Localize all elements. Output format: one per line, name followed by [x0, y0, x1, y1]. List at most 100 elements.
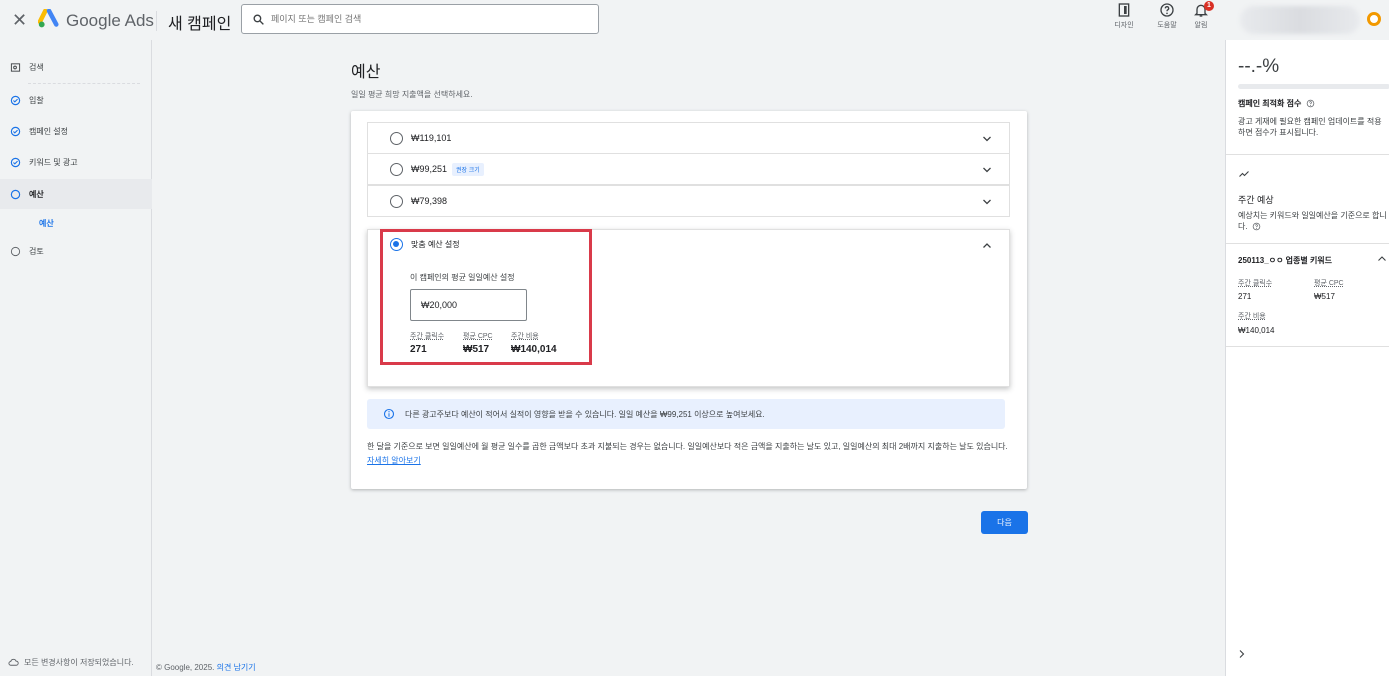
- stat-key: 주간 클릭수: [410, 333, 445, 340]
- radio-button[interactable]: [390, 194, 403, 208]
- copyright-text: © Google, 2025.: [156, 663, 215, 672]
- help-icon: [1160, 3, 1174, 17]
- empty-circle-icon: [10, 246, 21, 256]
- sidebar-item-label: 검색: [29, 62, 44, 72]
- sidebar-item-review[interactable]: 검토: [0, 237, 152, 265]
- search-box[interactable]: [241, 4, 599, 34]
- info-icon: [383, 408, 395, 420]
- sidebar-item-campaign-settings[interactable]: 캠페인 설정: [0, 117, 152, 145]
- weekly-cost-value: ₩140,014: [1238, 326, 1275, 335]
- budget-card: ₩119,101 ₩99,251 권장 크기 ₩79,398 맞춤 예산 설정 …: [351, 111, 1027, 489]
- design-label: 디자인: [1114, 22, 1134, 29]
- budget-option-2[interactable]: ₩99,251 권장 크기: [367, 153, 1010, 185]
- notifications-button[interactable]: 1 알림: [1183, 1, 1219, 30]
- stat-value: 271: [410, 344, 427, 355]
- stat-value: ₩140,014: [511, 344, 557, 355]
- score-title-text: 캠페인 최적화 점수: [1238, 99, 1302, 108]
- budget-note: 한 달을 기준으로 보면 일일예산에 월 평균 일수를 곱한 금액보다 초과 지…: [367, 440, 1017, 468]
- score-title: 캠페인 최적화 점수: [1238, 98, 1315, 109]
- weekly-clicks-value: 271: [1238, 292, 1252, 301]
- sidebar-item-bidding[interactable]: 입찰: [0, 86, 152, 114]
- sidebar-item-label: 캠페인 설정: [29, 126, 69, 136]
- saved-status-text: 모든 변경사항이 저장되었습니다.: [24, 658, 134, 667]
- chevron-down-icon[interactable]: [981, 196, 993, 208]
- account-info-blurred[interactable]: [1240, 6, 1360, 34]
- note-text: 한 달을 기준으로 보면 일일예산에 월 평균 일수를 곱한 금액보다 초과 지…: [367, 442, 1008, 451]
- chevron-down-icon[interactable]: [981, 133, 993, 145]
- sidebar-item-label: 입찰: [29, 95, 44, 105]
- radio-button[interactable]: [390, 131, 403, 145]
- check-circle-icon: [10, 157, 21, 167]
- budget-option-value: ₩79,398: [411, 196, 448, 206]
- budget-option-3[interactable]: ₩79,398: [367, 185, 1010, 217]
- search-icon: [253, 13, 264, 25]
- help-icon[interactable]: [1252, 222, 1261, 231]
- stat-key: 주간 비용: [511, 333, 539, 340]
- campaign-title: 새 캠페인: [168, 16, 232, 33]
- footer: © Google, 2025. 의견 남기기: [156, 662, 256, 673]
- design-icon: [1118, 3, 1130, 17]
- sidebar-item-budget[interactable]: 예산: [0, 179, 152, 209]
- notifications-label: 알림: [1194, 22, 1208, 29]
- saved-status: 모든 변경사항이 저장되었습니다.: [8, 657, 134, 668]
- feedback-link[interactable]: 의견 남기기: [217, 663, 256, 672]
- page-subtitle: 일일 평균 희망 지출액을 선택하세요.: [351, 90, 473, 99]
- avatar[interactable]: [1367, 12, 1381, 26]
- budget-input[interactable]: [410, 289, 527, 321]
- help-icon[interactable]: [1306, 99, 1315, 108]
- budget-option-value: ₩119,101: [411, 133, 452, 143]
- search-input[interactable]: [271, 14, 591, 24]
- forecast-desc: 예상치는 키워드와 일일예산을 기준으로 합니다.: [1238, 210, 1388, 232]
- empty-circle-icon: [10, 189, 21, 199]
- budget-option-1[interactable]: ₩119,101: [367, 122, 1010, 154]
- forecast-title: 주간 예상: [1238, 195, 1274, 205]
- weekly-clicks-key: 주간 클릭수: [1238, 280, 1273, 287]
- sidebar-item-label: 검토: [29, 246, 44, 256]
- chevron-up-icon[interactable]: [1376, 253, 1388, 265]
- stat-weekly-cost: 주간 비용 ₩140,014: [511, 331, 557, 355]
- stat-weekly-clicks: 주간 클릭수 271: [410, 331, 444, 355]
- close-icon[interactable]: ✕: [12, 10, 27, 31]
- learn-more-link[interactable]: 자세히 알아보기: [367, 456, 421, 465]
- notification-badge: 1: [1204, 1, 1214, 11]
- sidebar-item-search[interactable]: 검색: [0, 53, 152, 81]
- score-desc: 광고 게재에 필요한 캠페인 업데이트를 적용하면 점수가 표시됩니다.: [1238, 117, 1382, 137]
- right-panel: --.-% 캠페인 최적화 점수 광고 게재에 필요한 캠페인 업데이트를 적용…: [1225, 40, 1389, 676]
- budget-field-label: 이 캠페인의 평균 일일예산 설정: [410, 273, 515, 282]
- sidebar-divider: [28, 83, 140, 84]
- next-button[interactable]: 다음: [981, 511, 1028, 534]
- divider: [1226, 346, 1389, 347]
- optimization-score: --.-%: [1238, 56, 1280, 77]
- brand-divider: [156, 11, 157, 31]
- design-button[interactable]: 디자인: [1106, 2, 1142, 30]
- top-bar: ✕ Google Ads 새 캠페인 디자인 도움말 1: [0, 0, 1389, 40]
- custom-budget-label: 맞춤 예산 설정: [411, 240, 460, 249]
- sidebar-subitem-budget[interactable]: 예산: [39, 218, 54, 229]
- radio-button[interactable]: [390, 162, 403, 176]
- help-button[interactable]: 도움말: [1149, 2, 1185, 30]
- avg-cpc-value: ₩517: [1314, 292, 1335, 301]
- avg-cpc-key: 평균 CPC: [1314, 280, 1344, 287]
- sidebar-item-keywords-ads[interactable]: 키워드 및 광고: [0, 148, 152, 176]
- stat-value: ₩517: [463, 344, 490, 355]
- chevron-right-icon[interactable]: [1236, 648, 1248, 660]
- divider: [1226, 154, 1389, 155]
- score-bar: [1238, 84, 1389, 89]
- search-box-icon: [10, 62, 21, 72]
- info-text: 다른 광고주보다 예산이 적어서 실적이 영향을 받을 수 있습니다. 일일 예…: [405, 409, 765, 419]
- custom-budget-panel: 맞춤 예산 설정 이 캠페인의 평균 일일예산 설정 주간 클릭수 271 평균…: [367, 229, 1010, 387]
- chevron-up-icon[interactable]: [981, 240, 993, 252]
- ad-group-title: 250113_ㅇㅇ 업종별 키워드: [1238, 256, 1333, 265]
- help-label: 도움말: [1157, 22, 1177, 29]
- recommended-chip: 권장 크기: [452, 162, 484, 176]
- divider: [1226, 243, 1389, 244]
- chevron-down-icon[interactable]: [981, 164, 993, 176]
- budget-option-value: ₩99,251: [411, 164, 448, 174]
- sidebar: 검색 입찰 캠페인 설정 키워드 및 광고 예산 예산 검토 모든 변경사항이 …: [0, 40, 152, 676]
- sidebar-item-label: 예산: [29, 189, 44, 199]
- custom-budget-header[interactable]: 맞춤 예산 설정: [390, 238, 460, 251]
- radio-button-selected[interactable]: [390, 238, 403, 251]
- stat-key: 평균 CPC: [463, 333, 493, 340]
- stat-avg-cpc: 평균 CPC ₩517: [463, 331, 493, 355]
- brand-name: Google Ads: [66, 11, 154, 30]
